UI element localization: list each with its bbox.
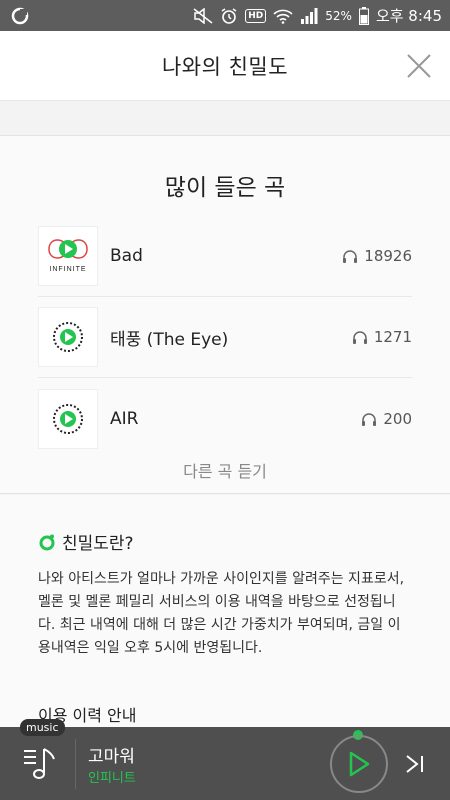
song-row[interactable]: 태풍 (The Eye) 1271 — [38, 297, 412, 378]
app-header: 나와의 친밀도 — [0, 31, 450, 101]
playlist-music-icon — [24, 748, 55, 779]
mute-icon — [193, 7, 213, 24]
wifi-icon — [273, 8, 293, 24]
headphones-icon — [343, 250, 358, 263]
track-title[interactable]: 고마워 — [88, 742, 135, 767]
close-icon — [407, 54, 431, 78]
play-count: 18926 — [342, 247, 412, 265]
status-time: 오후 8:45 — [375, 7, 442, 25]
info-body: 나와 아티스트가 얼마나 가까운 사이인지를 알려주는 지표로서, 멜론 및 멜… — [38, 571, 405, 656]
play-count: 200 — [361, 410, 412, 428]
status-bar: HD 52% 오후 8:45 — [0, 0, 450, 31]
song-list: INFINITE Bad 18926 태풍 (The Eye) 1271 AIR… — [38, 216, 412, 459]
album-art[interactable] — [38, 388, 98, 449]
album-art[interactable]: INFINITE — [38, 226, 98, 286]
play-icon — [349, 751, 370, 777]
hd-badge: HD — [245, 8, 267, 23]
headphones-icon — [352, 331, 367, 344]
play-count: 1271 — [352, 328, 412, 346]
close-button[interactable] — [404, 51, 434, 81]
next-button[interactable] — [400, 749, 430, 779]
song-title: Bad — [110, 246, 143, 266]
album-art-label: INFINITE — [49, 266, 86, 273]
section-title: 많이 들은 곡 — [164, 175, 286, 201]
mini-player: music 고마워 인피니트 — [0, 719, 450, 800]
app-notification-icon — [8, 4, 32, 28]
play-count-value: 200 — [383, 409, 412, 428]
info-heading-text: 친밀도란? — [62, 534, 134, 554]
music-badge: music — [20, 719, 65, 736]
play-count-value: 1271 — [373, 328, 412, 346]
song-row[interactable]: AIR 200 — [38, 378, 412, 459]
play-button[interactable] — [330, 735, 388, 793]
intimacy-info-section: 친밀도란? 나와 아티스트가 얼마나 가까운 사이인지를 알려주는 지표로서, … — [0, 495, 450, 727]
track-artist[interactable]: 인피니트 — [88, 767, 136, 786]
section-divider — [0, 101, 450, 136]
song-title: 태풍 (The Eye) — [110, 329, 229, 350]
page-title: 나와의 친밀도 — [161, 54, 289, 79]
melon-dot-icon — [39, 534, 55, 550]
signal-icon — [300, 7, 318, 24]
playlist-button[interactable] — [18, 741, 62, 785]
top-songs-section: 많이 들은 곡 INFINITE Bad 18926 태풍 (The Eye) … — [0, 136, 450, 494]
play-count-value: 18926 — [364, 247, 412, 265]
headphones-icon — [362, 412, 377, 426]
more-songs-link[interactable]: 다른 곡 듣기 — [0, 458, 450, 482]
player-divider — [75, 739, 76, 789]
battery-percent: 52% — [325, 8, 352, 23]
battery-icon — [358, 6, 369, 25]
album-art[interactable] — [38, 307, 98, 367]
next-icon — [406, 755, 423, 773]
info-heading: 친밀도란? — [38, 529, 134, 554]
song-row[interactable]: INFINITE Bad 18926 — [38, 216, 412, 297]
song-title: AIR — [110, 408, 139, 429]
alarm-icon — [220, 7, 238, 25]
